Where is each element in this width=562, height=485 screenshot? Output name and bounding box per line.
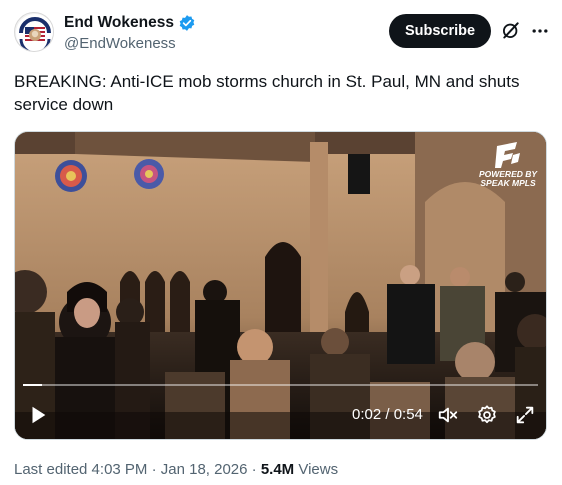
time-display: 0:02 / 0:54 xyxy=(352,406,423,423)
display-name[interactable]: End Wokeness xyxy=(64,14,174,32)
tweet-header: End Wokeness @EndWokeness Subscribe xyxy=(14,10,548,60)
fullscreen-icon[interactable] xyxy=(514,404,536,426)
subscribe-button[interactable]: Subscribe xyxy=(389,14,491,48)
views-count: 5.4M xyxy=(260,461,295,478)
settings-icon[interactable] xyxy=(476,404,498,426)
handle[interactable]: @EndWokeness xyxy=(64,35,196,52)
video-frame xyxy=(15,132,546,439)
views-label: Views xyxy=(298,461,339,478)
tweet-text: BREAKING: Anti-ICE mob storms church in … xyxy=(14,72,520,114)
mute-icon[interactable] xyxy=(437,404,459,426)
progress-fill xyxy=(23,384,43,386)
play-icon[interactable] xyxy=(27,404,49,426)
avatar[interactable] xyxy=(14,12,54,52)
more-icon[interactable] xyxy=(530,21,550,41)
speak-mpls-watermark: POWERED BY SPEAK MPLS xyxy=(478,140,538,188)
video-player[interactable]: POWERED BY SPEAK MPLS 0:02 / 0:54 xyxy=(14,131,547,440)
progress-bar[interactable] xyxy=(23,384,538,386)
watermark-line2: SPEAK MPLS xyxy=(480,178,536,188)
edited-timestamp[interactable]: Last edited 4:03 PM · Jan 18, 2026 · xyxy=(14,461,257,478)
verified-badge-icon xyxy=(179,15,195,31)
tweet-footer: Last edited 4:03 PM · Jan 18, 2026 · 5.4… xyxy=(14,461,338,478)
grok-icon[interactable] xyxy=(501,20,521,40)
speak-mpls-logo-icon xyxy=(495,142,520,168)
